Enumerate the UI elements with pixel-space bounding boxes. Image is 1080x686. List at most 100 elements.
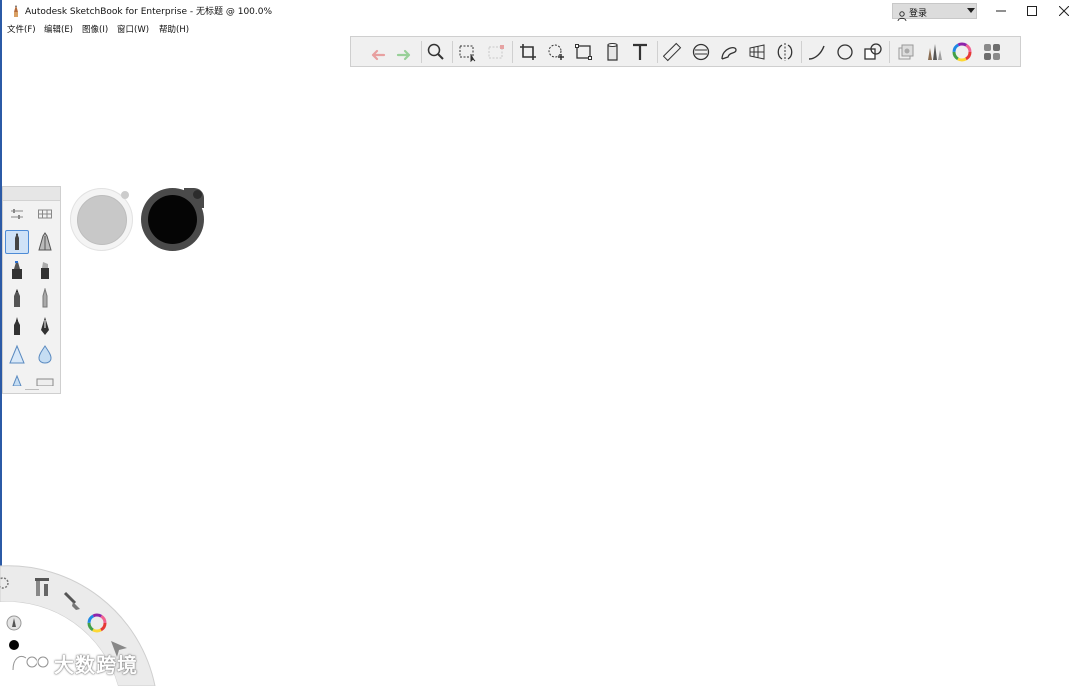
brush-cone[interactable]: [5, 370, 29, 386]
brush-airbrush[interactable]: [5, 342, 29, 366]
lagoon-tools-button[interactable]: [31, 576, 53, 602]
fill-button[interactable]: [600, 40, 624, 64]
copic-library-button[interactable]: [980, 40, 1004, 64]
brush-size-icon: [6, 615, 22, 631]
undo-button[interactable]: [365, 40, 389, 64]
toolbar-divider: [801, 41, 802, 63]
login-label: 登录: [909, 9, 928, 19]
crop-button[interactable]: [516, 40, 540, 64]
brush-chisel-marker[interactable]: [33, 258, 57, 282]
redo-icon: [396, 49, 411, 61]
user-icon: [897, 6, 907, 22]
maximize-button[interactable]: [1019, 2, 1045, 20]
lagoon-settings-button[interactable]: [0, 575, 12, 591]
text-button[interactable]: [628, 40, 652, 64]
menu-window[interactable]: 窗口(W): [117, 23, 149, 35]
watermark: 大数跨境: [10, 648, 138, 678]
ruler-button[interactable]: [661, 40, 685, 64]
ink-pen-icon: [14, 289, 20, 307]
menu-file[interactable]: 文件(F): [7, 23, 36, 35]
brush-icon: [63, 591, 80, 610]
lasso-select-button[interactable]: [484, 40, 508, 64]
brush-library-button[interactable]: [33, 202, 57, 226]
shapes-icon: [864, 43, 882, 60]
brush-brush-pen[interactable]: [5, 314, 29, 338]
watermark-text: 大数跨境: [54, 652, 138, 677]
crop-icon: [520, 44, 536, 60]
brush-ink-pen[interactable]: [5, 286, 29, 310]
distort-icon: [575, 44, 592, 60]
french-curve-icon: [721, 47, 737, 60]
color-wheel-button[interactable]: [950, 40, 974, 64]
brush-fine-pen[interactable]: [33, 286, 57, 310]
french-curve-button[interactable]: [717, 40, 741, 64]
text-icon: [633, 43, 647, 60]
layers-icon: [898, 44, 914, 60]
grid-icon: [38, 209, 52, 219]
toolbar-divider: [512, 41, 513, 63]
ellipse-guide-icon: [692, 43, 710, 61]
minimize-button[interactable]: [988, 2, 1014, 20]
symmetry-button[interactable]: [773, 40, 797, 64]
shapes-button[interactable]: [861, 40, 885, 64]
menu-image[interactable]: 图像(I): [82, 23, 108, 35]
circle-button[interactable]: [833, 40, 857, 64]
brushes-icon: [928, 44, 942, 60]
brush-palette: [2, 186, 61, 394]
main-toolbar: [350, 36, 1021, 67]
brush-properties-button[interactable]: [5, 202, 29, 226]
close-button[interactable]: [1051, 2, 1077, 20]
undo-icon: [371, 49, 386, 61]
color-puck-light-indicator: [121, 191, 129, 199]
transform-icon: [548, 44, 564, 60]
layers-button[interactable]: [894, 40, 918, 64]
symmetry-icon: [777, 43, 793, 61]
menu-help[interactable]: 帮助(H): [159, 23, 189, 35]
brush-ballpoint-pen[interactable]: [33, 230, 57, 254]
brush-flat[interactable]: [33, 370, 57, 386]
ruler-icon: [663, 42, 682, 62]
select-button[interactable]: [456, 40, 480, 64]
brush-marker[interactable]: [5, 258, 29, 282]
ballpoint-pen-icon: [38, 232, 52, 251]
lagoon-color-button[interactable]: [86, 612, 108, 638]
menu-bar: 文件(F) 编辑(E) 图像(I) 窗口(W) 帮助(H): [2, 21, 1080, 36]
chisel-marker-icon: [41, 262, 49, 279]
brush-calligraphy-pen[interactable]: [33, 314, 57, 338]
calligraphy-pen-icon: [41, 317, 49, 335]
ellipse-guide-button[interactable]: [689, 40, 713, 64]
sketchbook-app-icon: [9, 3, 23, 17]
stroke-button[interactable]: [805, 40, 829, 64]
perspective-button[interactable]: [745, 40, 769, 64]
perspective-icon: [749, 44, 765, 60]
tools-icon: [35, 578, 49, 596]
zoom-button[interactable]: [424, 40, 448, 64]
palette-resize-grip[interactable]: [25, 389, 39, 390]
redo-button[interactable]: [393, 40, 417, 64]
copic-icon: [984, 44, 1000, 60]
stroke-icon: [808, 45, 825, 60]
brush-pencil[interactable]: [5, 230, 29, 254]
lagoon-brush-button[interactable]: [62, 590, 84, 616]
brush-palette-header[interactable]: [3, 187, 60, 201]
flat-brush-icon: [36, 378, 54, 386]
sliders-icon: [11, 209, 23, 219]
color-puck-dark-swatch: [148, 195, 197, 244]
fine-pen-icon: [42, 288, 48, 308]
menu-edit[interactable]: 编辑(E): [44, 23, 73, 35]
distort-button[interactable]: [572, 40, 596, 64]
brush-water-drop[interactable]: [33, 342, 57, 366]
zoom-icon: [427, 43, 444, 60]
minimize-icon: [996, 10, 1006, 12]
color-wheel-icon: [87, 613, 107, 633]
toolbar-divider: [657, 41, 658, 63]
brushes-button[interactable]: [922, 40, 946, 64]
close-icon: [1059, 6, 1069, 16]
transform-button[interactable]: [544, 40, 568, 64]
login-dropdown[interactable]: 登录: [892, 3, 977, 22]
toolbar-divider: [421, 41, 422, 63]
maximize-icon: [1027, 6, 1037, 16]
title-bar: Autodesk SketchBook for Enterprise - 无标题…: [2, 0, 1080, 22]
color-puck-dark-indicator: [193, 190, 202, 199]
lagoon-brush-size-indicator[interactable]: [6, 615, 22, 635]
